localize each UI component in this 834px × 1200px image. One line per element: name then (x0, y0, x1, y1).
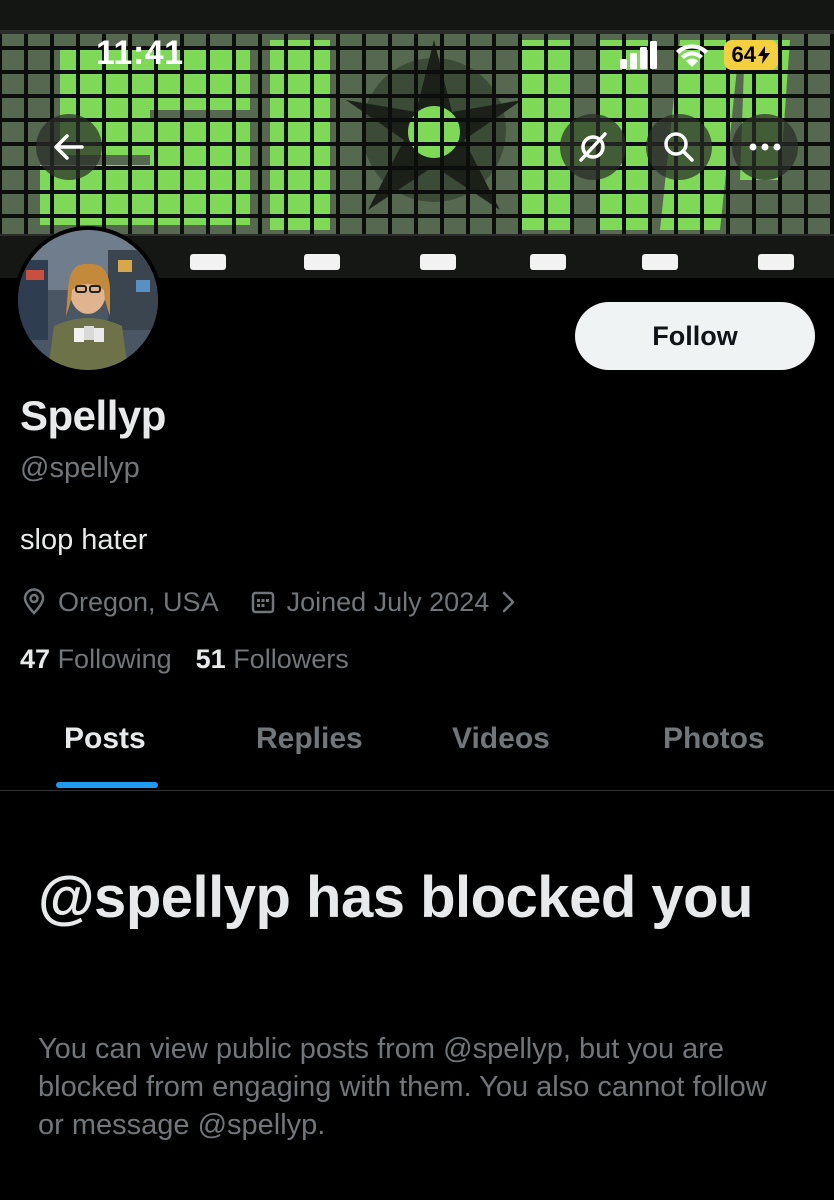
status-time: 11:41 (96, 34, 184, 72)
tab-posts[interactable]: Posts (64, 722, 146, 756)
status-icons: 64 (619, 38, 778, 72)
calendar-icon (251, 591, 274, 614)
tab-videos[interactable]: Videos (452, 722, 550, 756)
profile-tabs: Posts Replies Videos Photos (0, 700, 834, 791)
status-bar: 11:41 64 (0, 0, 834, 110)
search-button[interactable] (646, 114, 712, 180)
following-label: Following (57, 644, 172, 674)
follow-button[interactable]: Follow (575, 302, 815, 370)
battery-charging-icon: 64 (723, 40, 778, 70)
profile-joined[interactable]: Joined July 2024 (249, 587, 520, 618)
followers-label: Followers (233, 644, 349, 674)
avatar-image (18, 230, 158, 370)
more-button[interactable] (732, 114, 798, 180)
battery-level: 64 (731, 42, 756, 67)
blocked-message: You can view public posts from @spellyp,… (38, 1033, 767, 1141)
display-name: Spellyp (20, 392, 166, 439)
location-pin-icon (23, 588, 45, 615)
joined-text: Joined July 2024 (286, 586, 490, 617)
chevron-right-icon (502, 591, 515, 613)
search-icon (664, 132, 694, 162)
grok-button[interactable] (560, 114, 626, 180)
grok-icon (579, 132, 607, 162)
followers-count: 51 (195, 644, 226, 674)
profile-meta: Oregon, USA Joined July 2024 (20, 582, 519, 622)
avatar-photo (18, 230, 158, 370)
tab-replies[interactable]: Replies (256, 722, 363, 756)
tab-photos[interactable]: Photos (663, 722, 765, 756)
back-arrow-icon (54, 134, 84, 160)
more-icon (749, 143, 781, 151)
wifi-icon (675, 44, 708, 67)
following-link[interactable]: 47 Following (20, 644, 172, 675)
charging-bolt-icon (758, 46, 770, 64)
active-tab-indicator (56, 782, 158, 788)
followers-link[interactable]: 51 Followers (196, 644, 349, 675)
profile-bio: slop hater (20, 524, 148, 556)
profile-stats: 47 Following 51 Followers (20, 644, 349, 675)
following-count: 47 (20, 644, 51, 674)
location-text: Oregon, USA (58, 586, 219, 617)
cellular-signal-icon (619, 41, 657, 69)
blocked-title: @spellyp has blocked you (38, 865, 753, 930)
avatar[interactable] (14, 226, 162, 374)
back-button[interactable] (36, 114, 102, 180)
profile-location: Oregon, USA (20, 587, 219, 618)
profile-handle: @spellyp (20, 452, 140, 484)
